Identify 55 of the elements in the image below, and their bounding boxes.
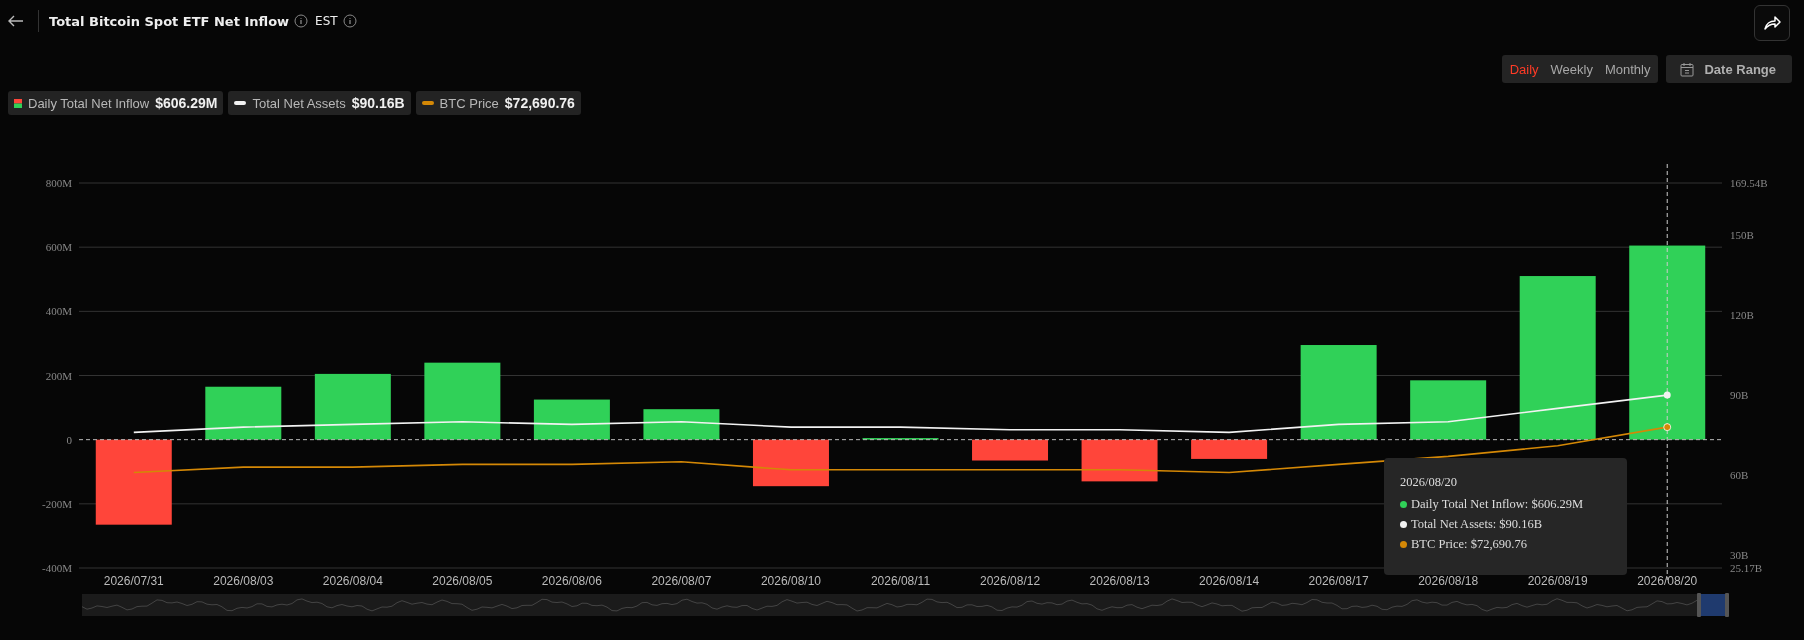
y-axis-label: -200M [42,497,72,510]
x-axis-label: 2026/08/11 [870,574,931,588]
x-axis-label: 2026/08/10 [760,574,821,588]
data-point-marker [1663,391,1671,399]
y-axis-label: 0 [66,433,72,446]
calendar-icon [1680,61,1695,77]
date-range-button[interactable]: Date Range [1666,55,1792,83]
x-axis-label: 2026/08/13 [1089,574,1150,588]
x-axis-label: 2026/07/31 [103,574,164,588]
x-axis-label: 2026/08/03 [213,574,274,588]
overview-slider[interactable] [81,593,1729,617]
period-tab[interactable]: Weekly [1544,55,1599,83]
x-axis-label: 2026/08/06 [541,574,602,588]
x-axis-label: 2026/08/17 [1308,574,1369,588]
x-axis-label: 2026/08/19 [1527,574,1588,588]
x-axis-label: 2026/08/20 [1637,574,1698,588]
back-arrow-icon[interactable] [8,15,24,27]
legend-label: Daily Total Net Inflow [28,95,150,111]
y-axis-label: 400M [45,305,72,318]
legend-label: Total Net Assets [252,95,346,111]
legend-value: $606.29M [155,95,218,111]
y-axis-label: 30B [1730,549,1749,562]
x-axis-label: 2026/08/14 [1199,574,1260,588]
info-icon[interactable] [294,14,309,28]
share-icon [1763,15,1781,31]
legend-label: BTC Price [439,95,499,111]
x-axis-label: 2026/08/04 [322,574,383,588]
legend-value: $72,690.76 [504,95,575,111]
data-point-marker [1663,423,1672,431]
tooltip-text: BTC Price: $72,690.76 [1411,536,1527,552]
x-axis-label: 2026/08/12 [980,574,1041,588]
y-axis-label: 200M [45,369,72,382]
tooltip-text: Total Net Assets: $90.16B [1411,516,1543,532]
x-axis-label: 2026/08/07 [651,574,712,588]
y-axis-label: 169.54B [1730,177,1768,189]
period-tab[interactable]: Daily [1503,55,1545,83]
y-axis-label: -400M [42,562,72,574]
page-title: Total Bitcoin Spot ETF Net Inflow [49,13,290,29]
y-axis-label: 600M [45,241,72,254]
y-axis-label: 90B [1730,389,1749,402]
y-axis-label: 25.17B [1730,562,1763,574]
bar-legend-icon [14,98,22,108]
y-axis-label: 60B [1730,469,1749,482]
share-button[interactable] [1754,5,1790,41]
timezone-label: EST [315,14,338,28]
y-axis-label: 800M [45,177,72,189]
y-axis-label: 120B [1730,309,1754,322]
tooltip-date: 2026/08/20 [1400,475,1458,490]
period-tab[interactable]: Monthly [1598,55,1657,83]
legend-value: $90.16B [351,95,405,111]
x-axis-label: 2026/08/05 [432,574,493,588]
y-axis-label: 150B [1730,229,1754,242]
tooltip-text: Daily Total Net Inflow: $606.29M [1411,496,1584,512]
x-axis-label: 2026/08/18 [1418,574,1479,588]
info-icon[interactable] [342,14,357,28]
